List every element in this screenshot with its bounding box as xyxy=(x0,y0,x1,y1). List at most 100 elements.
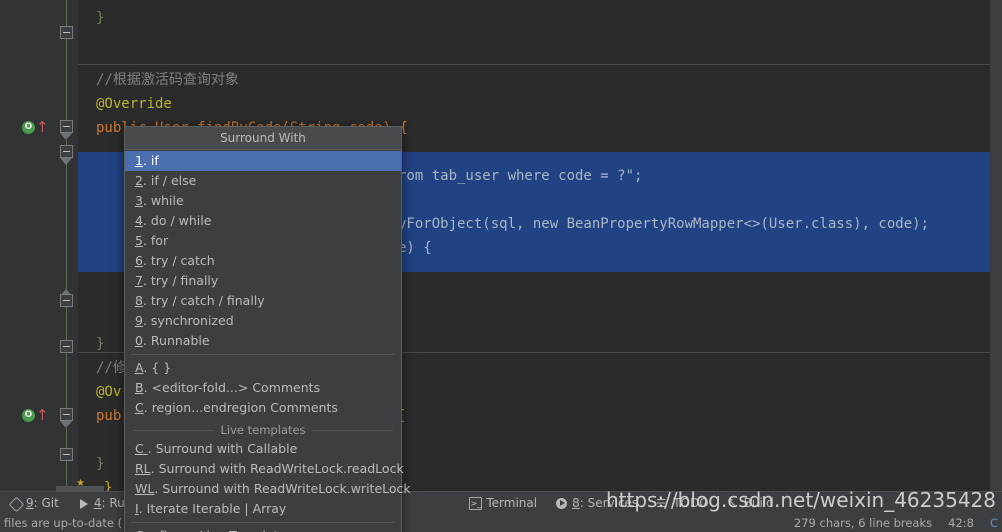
menu-item-iterate-iterable-array[interactable]: I. Iterate Iterable | Array xyxy=(125,499,401,519)
menu-item-surround-with-callable[interactable]: C . Surround with Callable xyxy=(125,439,401,459)
status-right-group[interactable]: 279 chars, 6 line breaks 42:8 C xyxy=(794,516,998,530)
override-badge-icon: O xyxy=(22,121,35,134)
menu-item-label: <editor-fold...> Comments xyxy=(151,380,321,395)
terminal-icon: >_ xyxy=(469,496,483,510)
editor-tab-artifact: ★ xyxy=(56,478,104,492)
menu-separator xyxy=(131,354,395,355)
menu-item-configure-live-templates[interactable]: Configure Live Templates... xyxy=(125,526,401,532)
menu-item-label: try / finally xyxy=(150,273,219,288)
fold-toggle-icon[interactable] xyxy=(60,448,73,461)
gutter-icon-column[interactable]: O ↑ O ↑ xyxy=(0,0,56,492)
menu-item-try-catch-finally[interactable]: 8. try / catch / finally xyxy=(125,291,401,311)
menu-item-label: { } xyxy=(151,360,172,375)
encoding-indicator[interactable]: C xyxy=(990,516,998,530)
tool-window-label: : Services xyxy=(579,496,639,510)
menu-mnemonic: 3 xyxy=(135,193,143,208)
group-label-text: Live templates xyxy=(220,423,306,437)
fold-toggle-icon[interactable] xyxy=(60,408,73,421)
menu-item-braces[interactable]: A. { } xyxy=(125,358,401,378)
menu-item-label: synchronized xyxy=(150,313,234,328)
menu-item-label: Surround with ReadWriteLock.writeLock xyxy=(162,481,411,496)
override-method-marker-icon[interactable]: O ↑ xyxy=(22,118,49,136)
menu-mnemonic: RL xyxy=(135,461,151,476)
code-line: @Ov xyxy=(96,384,122,400)
editor-scrollbar[interactable] xyxy=(990,0,1002,492)
todo-icon: ☰ xyxy=(656,496,667,510)
menu-separator xyxy=(131,522,395,523)
menu-item-while[interactable]: 3. while xyxy=(125,191,401,211)
bookmark-star-icon: ★ xyxy=(76,478,85,489)
menu-item-label: region...endregion Comments xyxy=(151,400,338,415)
menu-item-try-catch[interactable]: 6. try / catch xyxy=(125,251,401,271)
tool-window-todo[interactable]: ☰ TODO xyxy=(647,492,717,514)
menu-mnemonic: 1 xyxy=(135,153,143,168)
caret-position[interactable]: 42:8 xyxy=(948,516,974,530)
fold-region-end-icon xyxy=(60,133,72,140)
override-badge-icon: O xyxy=(22,409,35,422)
tool-window-label: Build xyxy=(743,496,774,510)
code-line: @Override xyxy=(96,96,172,112)
menu-item-label: if xyxy=(150,153,159,168)
code-line: } xyxy=(96,456,105,472)
menu-item-region-comments[interactable]: C. region...endregion Comments xyxy=(125,398,401,418)
tool-window-git[interactable]: 9: Git xyxy=(0,492,68,514)
menu-item-label: Surround with Callable xyxy=(155,441,298,456)
menu-mnemonic: C xyxy=(135,400,144,415)
menu-item-synchronized[interactable]: 9. synchronized xyxy=(125,311,401,331)
menu-item-label: do / while xyxy=(150,213,212,228)
code-line: rom tab_user where code = ?"; xyxy=(398,168,643,184)
code-line: e) { xyxy=(398,240,432,256)
tool-window-mnemonic: 9 xyxy=(26,496,34,510)
tool-window-services[interactable]: 8: Services xyxy=(546,492,647,514)
tool-window-label: : Git xyxy=(33,496,59,510)
tool-window-terminal[interactable]: >_ Terminal xyxy=(460,492,546,514)
code-line: pub xyxy=(96,408,122,424)
menu-item-do-while[interactable]: 4. do / while xyxy=(125,211,401,231)
menu-item-label: try / catch xyxy=(150,253,215,268)
menu-item-runnable[interactable]: 0. Runnable xyxy=(125,331,401,351)
menu-item-label: while xyxy=(150,193,184,208)
group-rule-right xyxy=(311,429,394,431)
code-line: } xyxy=(96,336,105,352)
fold-toggle-icon[interactable] xyxy=(60,26,73,39)
fold-toggle-icon[interactable] xyxy=(60,120,73,133)
tool-window-label: Terminal xyxy=(486,496,538,510)
menu-mnemonic: 7 xyxy=(135,273,143,288)
menu-item-for[interactable]: 5. for xyxy=(125,231,401,251)
menu-mnemonic: B xyxy=(135,380,144,395)
menu-mnemonic: 5 xyxy=(135,233,143,248)
fold-toggle-icon[interactable] xyxy=(60,294,73,307)
override-method-marker-icon[interactable]: O ↑ xyxy=(22,406,49,424)
tool-window-mnemonic: 8 xyxy=(572,496,580,510)
menu-mnemonic: 9 xyxy=(135,313,143,328)
tool-window-build[interactable]: ↖ Build xyxy=(718,492,783,514)
override-arrow-icon: ↑ xyxy=(36,118,49,136)
menu-item-surround-writelock[interactable]: WL. Surround with ReadWriteLock.writeLoc… xyxy=(125,479,411,499)
fold-toggle-icon[interactable] xyxy=(60,340,73,353)
popup-title: Surround With xyxy=(125,127,401,150)
code-line: yForObject(sql, new BeanPropertyRowMappe… xyxy=(398,216,930,232)
surround-with-popup[interactable]: Surround With 1. if 2. if / else 3. whil… xyxy=(124,126,411,532)
popup-menu-list[interactable]: 1. if 2. if / else 3. while 4. do / whil… xyxy=(125,150,411,532)
menu-item-label: Surround with ReadWriteLock.readLock xyxy=(158,461,404,476)
fold-toggle-icon[interactable] xyxy=(60,145,73,158)
menu-item-label: Configure Live Templates... xyxy=(135,528,305,532)
tool-window-label: TODO xyxy=(673,496,709,510)
run-icon xyxy=(77,497,90,510)
menu-mnemonic: C xyxy=(135,441,148,456)
menu-item-editor-fold-comments[interactable]: B. <editor-fold...> Comments xyxy=(125,378,401,398)
menu-item-try-finally[interactable]: 7. try / finally xyxy=(125,271,401,291)
menu-item-if-else[interactable]: 2. if / else xyxy=(125,171,401,191)
method-separator xyxy=(72,64,1002,65)
ide-window: } //根据激活码查询对象 @Override public User find… xyxy=(0,0,1002,532)
menu-item-surround-readlock[interactable]: RL. Surround with ReadWriteLock.readLock xyxy=(125,459,404,479)
code-line: //修 xyxy=(96,360,127,376)
group-rule-left xyxy=(133,429,215,431)
code-line: } xyxy=(96,10,105,26)
git-icon xyxy=(9,497,22,510)
build-icon: ↖ xyxy=(726,495,738,511)
override-arrow-icon: ↑ xyxy=(36,406,49,424)
menu-mnemonic: WL xyxy=(135,481,155,496)
menu-item-if[interactable]: 1. if xyxy=(125,151,401,171)
code-folding-rail[interactable] xyxy=(56,0,78,492)
